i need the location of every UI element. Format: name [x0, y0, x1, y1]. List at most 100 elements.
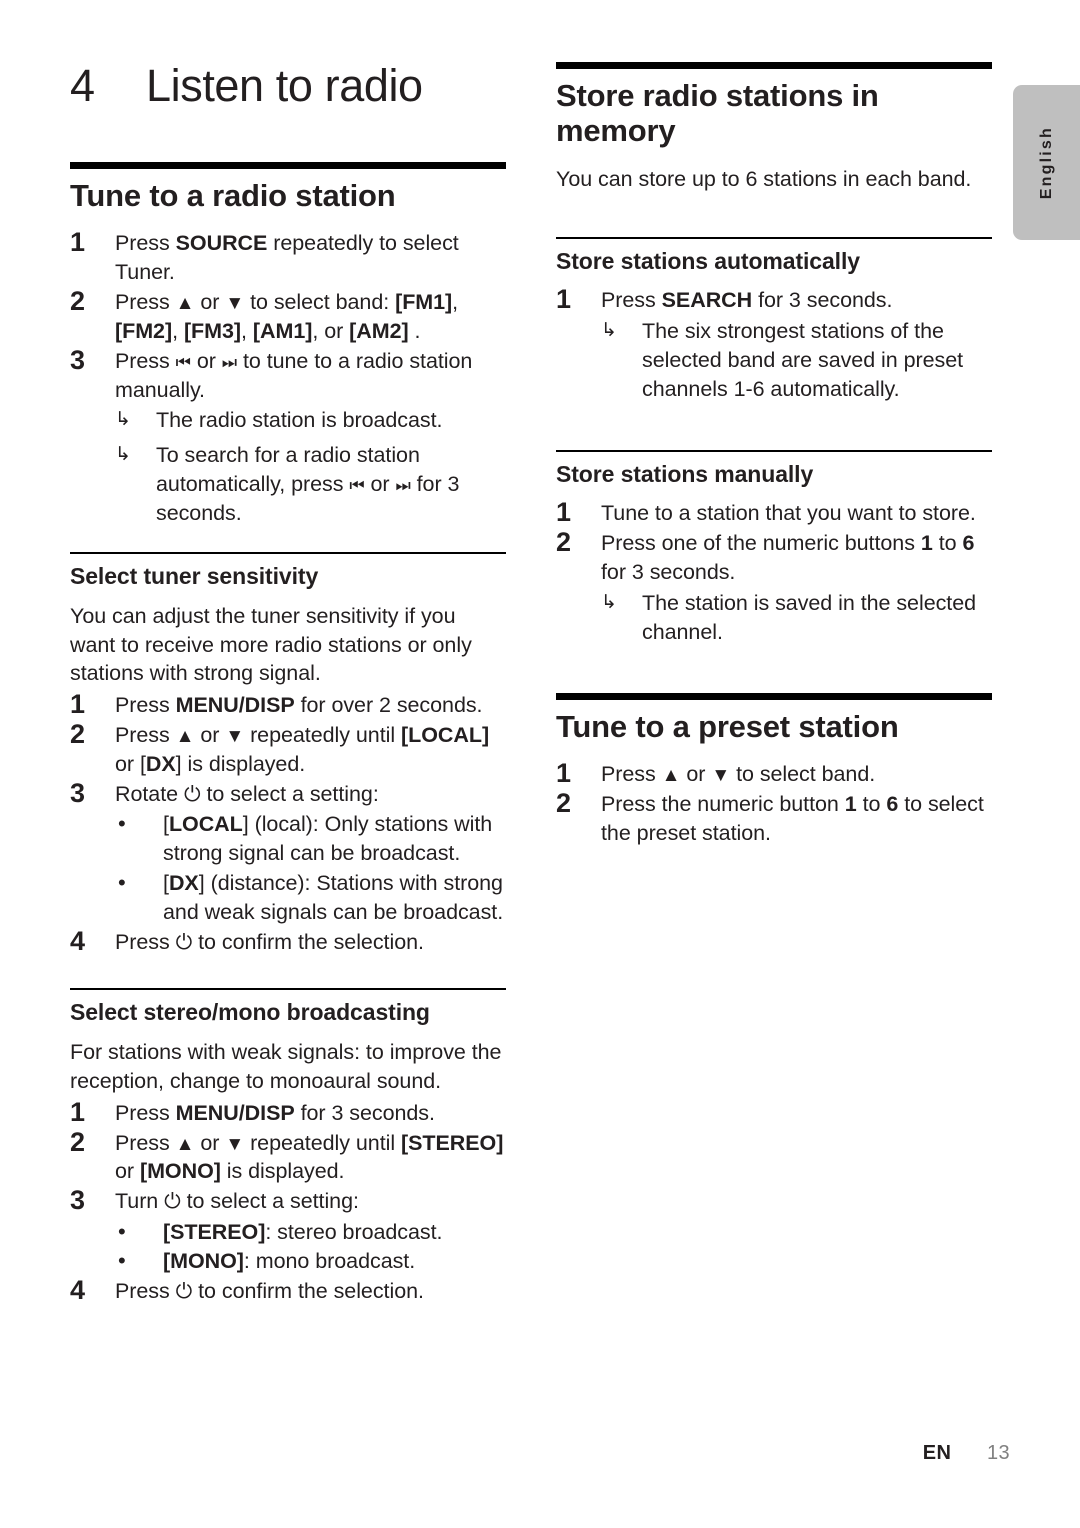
value-dx: DX [145, 752, 176, 777]
key-menu-disp: MENU/DISP [175, 693, 295, 718]
next-track-icon: ⏭ [395, 476, 411, 496]
prev-track-icon: ⏮ [349, 476, 365, 496]
section-rule-thick [556, 62, 992, 69]
step-number: 1 [556, 284, 571, 315]
language-tab-label: English [1037, 125, 1055, 200]
step-number: 1 [556, 497, 571, 528]
bullet-label-mono: [MONO] [163, 1249, 244, 1274]
value-stereo: [STEREO] [401, 1130, 504, 1155]
up-arrow-icon: ▲ [175, 1133, 195, 1155]
bullet-item: • [LOCAL] (local): Only stations with st… [115, 810, 506, 868]
bullet-text: [STEREO]: stereo broadcast. [163, 1219, 443, 1244]
band-fm2: [FM2] [115, 318, 173, 343]
bullet-dot-icon: • [118, 1248, 126, 1274]
result-text: The station is saved in the selected cha… [642, 591, 977, 644]
subsection-rule-thin [556, 236, 992, 239]
bullet-text: [LOCAL] (local): Only stations with stro… [163, 812, 493, 866]
next-track-icon: ⏭ [221, 352, 238, 372]
bullet-desc: (distance): Stations with strong and wea… [163, 871, 504, 925]
step-item: 1 Press MENU/DISP for over 2 seconds. [70, 689, 506, 720]
stereo-intro: For stations with weak signals: to impro… [70, 1039, 502, 1093]
step-text: Press MENU/DISP for 3 seconds. [115, 1100, 435, 1125]
result-arrow-icon: ↳ [115, 409, 131, 431]
result-text: To search for a radio station automatica… [156, 443, 460, 526]
steps-preset: 1 Press ▲ or ▼ to select band. 2 Press t… [556, 758, 992, 848]
value-mono: [MONO] [139, 1159, 221, 1184]
store-intro: You can store up to 6 stations in each b… [556, 166, 972, 191]
step-text: Press ⏮ or ⏭ to tune to a radio station … [115, 348, 473, 402]
manual-page: English 4 Listen to radio Tune to a radi… [0, 0, 1080, 1528]
step-item: 4 Press ⏻ to confirm the selection. [70, 1275, 506, 1306]
numeric-button-1: 1 [920, 531, 933, 556]
step-text: Press ▲ or ▼ repeatedly until [STEREO] o… [115, 1130, 504, 1184]
numeric-button-6: 6 [886, 792, 899, 817]
step-item: 1 Press SEARCH for 3 seconds. ↳ The six … [556, 284, 992, 404]
results-manual: ↳ The station is saved in the selected c… [601, 589, 992, 647]
bullets-sensitivity: • [LOCAL] (local): Only stations with st… [115, 810, 506, 927]
step-number: 1 [556, 758, 571, 789]
chapter-title: 4 Listen to radio [70, 62, 506, 110]
step-number: 2 [70, 1126, 85, 1157]
step-item: 2 Press ▲ or ▼ to select band: [FM1], [F… [70, 285, 506, 346]
step-item: 2 Press the numeric button 1 to 6 to sel… [556, 788, 992, 848]
key-search: SEARCH [661, 288, 753, 313]
bullet-text: [MONO]: mono broadcast. [163, 1249, 415, 1273]
up-arrow-icon: ▲ [661, 765, 681, 787]
subsection-rule-thin [70, 552, 506, 555]
page-footer: EN 13 [0, 1442, 1010, 1465]
footer-page-number: 13 [986, 1442, 1010, 1464]
prev-track-icon: ⏮ [175, 352, 191, 372]
step-number: 2 [70, 285, 85, 316]
power-icon: ⏻ [175, 930, 193, 954]
subsection-rule-thin [70, 988, 506, 991]
subsection-rule-thin [556, 449, 992, 452]
step-number: 4 [70, 1275, 85, 1306]
band-fm3: [FM3] [183, 318, 242, 343]
step-item: 4 Press ⏻ to confirm the selection. [70, 925, 506, 957]
result-arrow-icon: ↳ [601, 592, 617, 614]
step-number: 2 [556, 527, 571, 558]
step-text: Press SOURCE repeatedly to select Tuner. [115, 231, 459, 284]
key-menu-disp: MENU/DISP [175, 1100, 295, 1125]
bullet-text: [DX] (distance): Stations with strong an… [163, 871, 504, 925]
results-tune: ↳ The radio station is broadcast. ↳ To s… [115, 406, 506, 528]
chapter-title-text: Listen to radio [146, 60, 423, 111]
right-column: Store radio stations in memory You can s… [556, 62, 992, 849]
bullet-label-local: LOCAL [168, 812, 243, 837]
bullet-dot-icon: • [118, 811, 126, 837]
step-text: Press SEARCH for 3 seconds. [601, 288, 893, 313]
step-item: 3 Turn ⏻ to select a setting: • [STEREO]… [70, 1185, 506, 1276]
subsection-heading-manual: Store stations manually [556, 460, 814, 487]
step-number: 3 [70, 344, 85, 375]
step-item: 2 Press ▲ or ▼ repeatedly until [STEREO]… [70, 1126, 506, 1187]
steps-auto: 1 Press SEARCH for 3 seconds. ↳ The six … [556, 284, 992, 404]
section-rule-thick [70, 161, 506, 169]
step-number: 3 [70, 1185, 85, 1216]
step-text: Press ▲ or ▼ repeatedly until [LOCAL] or… [115, 723, 490, 777]
power-icon: ⏻ [183, 783, 201, 807]
section-heading-tune: Tune to a radio station [70, 177, 396, 213]
bullet-desc: : mono broadcast. [243, 1249, 416, 1274]
section-heading-store: Store radio stations in memory [556, 78, 879, 149]
result-text: The radio station is broadcast. [156, 408, 443, 433]
result-arrow-icon: ↳ [115, 444, 131, 466]
left-column: 4 Listen to radio Tune to a radio statio… [70, 62, 506, 1308]
step-item: 1 Press SOURCE repeatedly to select Tune… [70, 227, 506, 287]
step-number: 3 [70, 778, 85, 809]
step-number: 2 [556, 788, 571, 819]
step-text: Press the numeric button 1 to 6 to selec… [601, 792, 984, 846]
section-rule-thick [556, 692, 992, 700]
step-item: 2 Press one of the numeric buttons 1 to … [556, 527, 992, 647]
step-number: 1 [70, 1096, 85, 1127]
step-text: Press ▲ or ▼ to select band: [FM1], [FM2… [115, 289, 459, 343]
section-heading-preset: Tune to a preset station [556, 708, 899, 744]
bullet-label-stereo: [STEREO] [163, 1219, 266, 1244]
power-icon: ⏻ [175, 1280, 193, 1304]
step-number: 4 [70, 925, 85, 956]
step-text: Press ⏻ to confirm the selection. [115, 1279, 424, 1304]
down-arrow-icon: ▼ [225, 726, 245, 748]
steps-stereo: 1 Press MENU/DISP for 3 seconds. 2 Press… [70, 1096, 506, 1307]
chapter-number: 4 [70, 60, 95, 111]
step-item: 2 Press ▲ or ▼ repeatedly until [LOCAL] … [70, 719, 506, 779]
step-item: 1 Press MENU/DISP for 3 seconds. [70, 1096, 506, 1128]
